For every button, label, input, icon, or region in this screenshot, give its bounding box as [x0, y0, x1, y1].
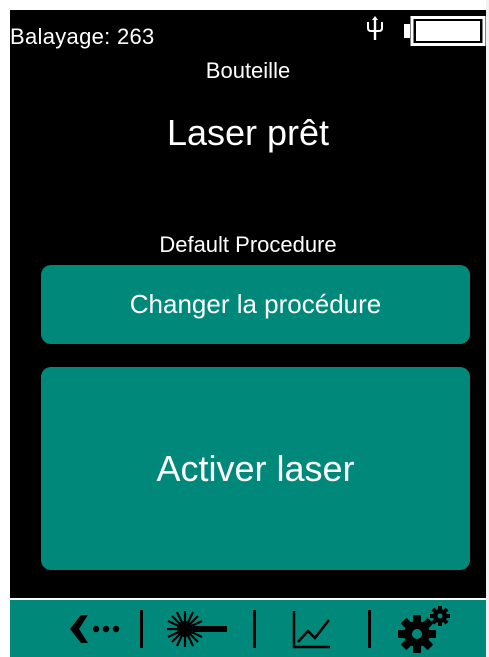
change-procedure-button[interactable]: Changer la procédure: [41, 265, 470, 344]
bottom-toolbar: [10, 600, 486, 657]
sample-type-label: Bouteille: [205, 58, 291, 83]
procedure-name: Default Procedure: [159, 232, 337, 257]
laser-icon: [167, 610, 227, 647]
battery-icon: [404, 16, 486, 46]
activate-laser-label: Activer laser: [156, 447, 355, 489]
settings-gears-icon: [398, 605, 450, 653]
toolbar-separator: [253, 610, 256, 648]
laser-button[interactable]: [158, 600, 238, 657]
back-arrow-icon: [70, 614, 120, 643]
toolbar-separator: [140, 610, 143, 648]
change-procedure-label: Changer la procédure: [129, 289, 382, 319]
chart-icon: [292, 610, 330, 648]
settings-button[interactable]: [390, 600, 460, 657]
activate-laser-button[interactable]: Activer laser: [41, 367, 470, 570]
back-button[interactable]: [60, 600, 132, 657]
toolbar-separator: [368, 610, 371, 648]
device: Balayage: 263 Bouteille Laser prêt Defau…: [0, 0, 489, 657]
laser-status-title: Laser prêt: [166, 112, 330, 153]
scan-count: Balayage: 263: [10, 24, 155, 49]
chart-button[interactable]: [282, 600, 342, 657]
screen: Balayage: 263 Bouteille Laser prêt Defau…: [10, 10, 486, 598]
usb-icon: [367, 16, 383, 40]
